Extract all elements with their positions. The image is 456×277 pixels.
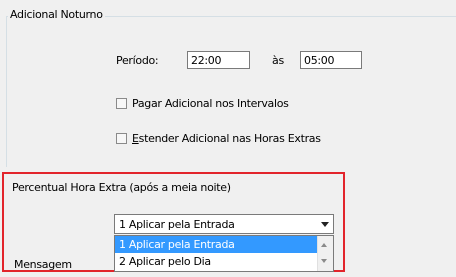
as-label: às [272,54,284,67]
dropdown-option-aplicar-dia[interactable]: 2 Aplicar pelo Dia [115,253,319,270]
estender-horas-extras-checkbox-row[interactable]: Estender Adicional nas Horas Extras [116,132,321,145]
dropdown-scrollbar[interactable] [317,236,333,271]
percentual-dropdown-list[interactable]: 1 Aplicar pela Entrada 2 Aplicar pelo Di… [114,235,334,272]
percentual-select-value: 1 Aplicar pela Entrada [119,218,235,231]
periodo-label: Período: [116,54,159,67]
estender-horas-extras-label: Estender Adicional nas Horas Extras [132,132,321,145]
percentual-hora-extra-title: Percentual Hora Extra (após a meia noite… [12,181,231,194]
estender-label-rest: stender Adicional nas Horas Extras [138,132,321,145]
chevron-down-icon[interactable] [321,222,329,227]
periodo-end-input[interactable] [300,51,362,69]
pagar-intervalos-label: Pagar Adicional nos Intervalos [132,97,289,110]
mensagem-label: Mensagem [14,258,72,271]
scroll-down-icon[interactable] [321,259,327,263]
percentual-hora-extra-select[interactable]: 1 Aplicar pela Entrada [114,214,334,234]
estender-mnemonic: E [132,132,139,145]
adicional-noturno-title: Adicional Noturno [8,8,105,21]
pagar-intervalos-checkbox[interactable] [116,98,127,109]
dropdown-option-aplicar-entrada[interactable]: 1 Aplicar pela Entrada [115,236,319,253]
estender-horas-extras-checkbox[interactable] [116,133,127,144]
pagar-intervalos-checkbox-row[interactable]: Pagar Adicional nos Intervalos [116,97,289,110]
scroll-up-icon[interactable] [321,243,327,247]
periodo-start-input[interactable] [187,51,250,69]
